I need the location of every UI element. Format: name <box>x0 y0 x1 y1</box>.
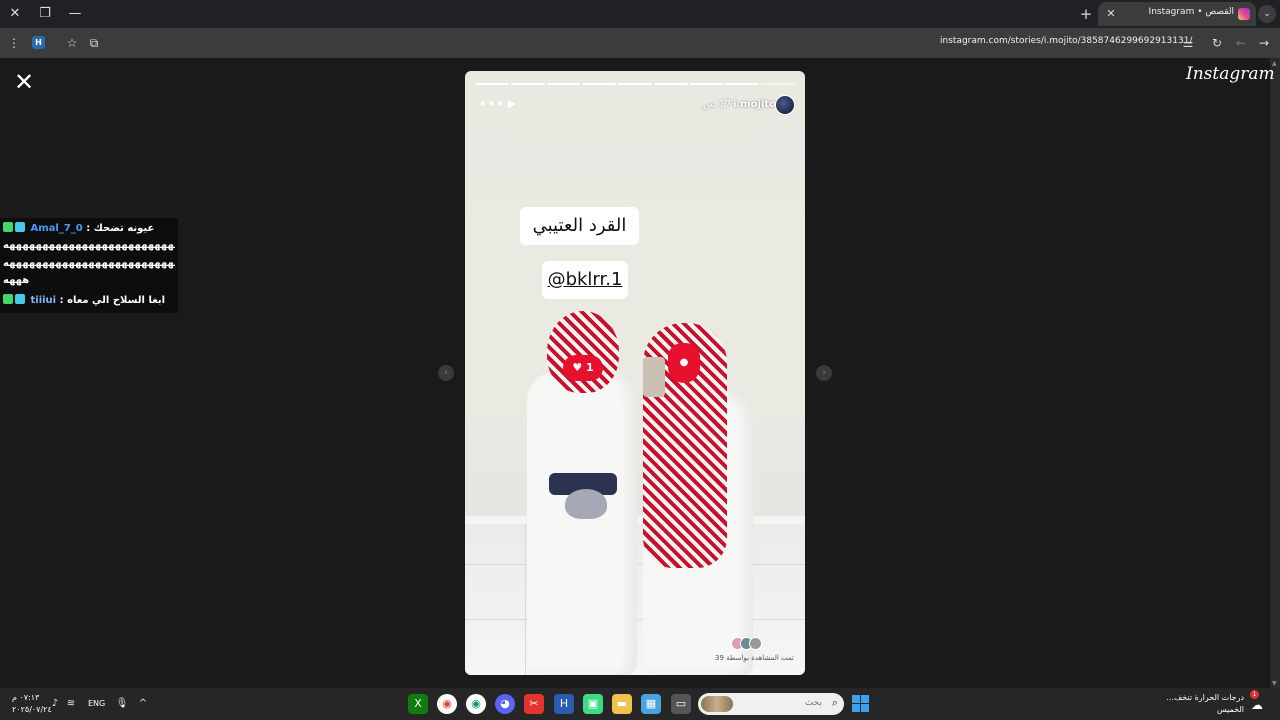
back-icon[interactable]: ← <box>1231 33 1251 53</box>
chat-overlay: Amal_7_0 عيونه تضحك : هههههههههههههههههه… <box>0 218 178 313</box>
chat-username: Amal_7_0 <box>30 223 83 234</box>
chat-text: ههههههههههههههههههههههههههههههه <box>3 240 175 251</box>
chat-message: tiiiui ابغا السلاح الي معاه : <box>3 294 175 306</box>
progress-segment <box>761 83 795 85</box>
phone <box>643 357 665 397</box>
mention-text: @bklrr.1 <box>547 269 623 290</box>
progress-segment <box>510 83 545 85</box>
scroll-down-icon[interactable]: ▼ <box>1272 680 1278 687</box>
tab-title: القصص • Instagram <box>1148 7 1234 17</box>
clock-date[interactable]: ٢٠٢٥/٠٧/٢٤ <box>12 705 52 714</box>
forward-icon[interactable]: → <box>1254 33 1274 53</box>
k-badge-icon <box>3 222 13 232</box>
discord-icon[interactable]: ◕ <box>495 694 515 714</box>
k-badge-icon <box>3 294 13 304</box>
bookmark-star-icon[interactable]: ☆ <box>62 33 82 53</box>
text-sticker: القرد العتيبي <box>520 207 639 245</box>
microphone-icon[interactable]: 🎙 <box>115 697 129 711</box>
weather-day[interactable]: الخميس <box>1160 705 1244 714</box>
window-close-icon[interactable]: ✕ <box>4 4 26 24</box>
browser-toolbar: ⋮ H ☆ ⧉ instagram.com/stories/i.mojito/3… <box>0 28 1280 58</box>
story-progress <box>475 83 795 85</box>
clock-time[interactable]: ٠٧:١٣ م <box>12 693 39 702</box>
tab-close-icon[interactable]: ✕ <box>1102 5 1120 23</box>
app-h-icon[interactable]: H <box>554 694 574 714</box>
progress-segment <box>618 83 652 85</box>
start-icon[interactable] <box>852 695 869 712</box>
story-username[interactable]: i.mojito <box>733 99 776 110</box>
previous-story-icon[interactable]: ‹ <box>438 365 454 381</box>
more-options-icon[interactable]: ••• <box>479 97 504 111</box>
taskbar: ٠٧:١٣ م ٢٠٢٥/٠٧/٢٤ ♪ ≋ ENG 🎙 ^ X ◉ ◉ ◕ ✂… <box>0 688 1280 720</box>
sub-badge-icon <box>15 222 25 232</box>
next-story-icon[interactable]: › <box>816 365 832 381</box>
viewer-avatars[interactable] <box>731 637 771 651</box>
store-icon[interactable]: ▦ <box>641 694 661 714</box>
chat-message: هههه <box>3 275 175 286</box>
volume-icon[interactable]: ♪ <box>48 697 62 711</box>
instagram-favicon-icon <box>1238 8 1250 20</box>
window-maximize-icon[interactable]: ❐ <box>34 4 56 24</box>
progress-segment <box>546 83 581 85</box>
chrome-profile-icon[interactable]: ◉ <box>466 694 486 714</box>
search-placeholder: بحث <box>804 698 822 708</box>
address-bar-url[interactable]: instagram.com/stories/i.mojito/385874629… <box>940 36 1192 46</box>
task-view-icon[interactable]: ▭ <box>671 694 691 714</box>
chat-message: ههههههههههههههههههههههههههههههه <box>3 240 175 251</box>
chrome-icon[interactable]: ◉ <box>437 694 457 714</box>
like-sticker: ♥ 1 <box>563 355 603 381</box>
menu-dots-icon[interactable]: ⋮ <box>4 33 24 53</box>
close-story-icon[interactable]: ✕ <box>12 70 36 94</box>
file-explorer-icon[interactable]: ▬ <box>612 694 632 714</box>
wifi-icon[interactable]: ≋ <box>64 697 78 711</box>
like-count: 1 <box>586 361 594 374</box>
search-icon: ⌕ <box>831 696 838 709</box>
extension-h-icon[interactable]: H <box>32 36 45 49</box>
progress-segment <box>689 83 724 85</box>
chat-text: هههه <box>3 275 30 286</box>
progress-segment <box>653 83 688 85</box>
chevron-up-icon[interactable]: ^ <box>136 697 150 711</box>
story-time: 17 س <box>703 99 732 110</box>
scrollbar[interactable] <box>1270 58 1280 688</box>
language-indicator[interactable]: ENG <box>88 699 105 708</box>
taskbar-search[interactable]: بحث ⌕ <box>698 693 844 715</box>
chat-text: هههههههههههههههههههههههههههههههه <box>3 258 175 269</box>
weather-icon[interactable]: ☁ <box>1248 696 1266 714</box>
story-card[interactable]: ••• ▶ 17 س i.mojito القرد العتيبي @bklrr… <box>465 71 805 675</box>
chat-text: ابغا السلاح الي معاه : <box>59 295 166 306</box>
progress-segment <box>475 83 509 85</box>
chat-message: هههههههههههههههههههههههههههههههه <box>3 258 175 269</box>
mention-sticker[interactable]: @bklrr.1 <box>542 261 628 299</box>
sub-badge-icon <box>15 294 25 304</box>
chat-text: عيونه تضحك : <box>86 223 155 234</box>
tab-instagram[interactable]: ✕ القصص • Instagram <box>1098 2 1256 26</box>
avatar <box>749 637 762 650</box>
chat-username: tiiiui <box>30 295 57 306</box>
red-face-sticker: ● <box>668 343 700 383</box>
search-highlight-image <box>701 696 733 712</box>
progress-segment <box>582 83 617 85</box>
chat-message: Amal_7_0 عيونه تضحك : <box>3 222 175 234</box>
new-tab-icon[interactable]: + <box>1076 4 1096 24</box>
notification-badge: 1 <box>1250 690 1259 699</box>
kick-icon[interactable]: ▣ <box>583 694 603 714</box>
capcut-icon[interactable]: ✂ <box>524 694 544 714</box>
tab-bar: ✕ ❐ — + ✕ القصص • Instagram ⌄ <box>0 0 1280 28</box>
instagram-logo[interactable]: Instagram <box>1186 64 1275 84</box>
progress-segment <box>725 83 760 85</box>
weather-title[interactable]: درجات الحرارة تنخف... <box>1160 693 1244 702</box>
xbox-icon[interactable]: X <box>408 694 428 714</box>
window-minimize-icon[interactable]: — <box>64 4 86 24</box>
play-icon[interactable]: ▶ <box>505 97 519 111</box>
viewed-by-text[interactable]: تمت المشاهدة بواسطة 39 <box>715 654 794 662</box>
screenshot-icon[interactable]: ⧉ <box>84 33 104 53</box>
avatar[interactable] <box>775 95 795 115</box>
reload-icon[interactable]: ↻ <box>1207 33 1227 53</box>
site-settings-icon[interactable]: ⚌ <box>1178 33 1198 53</box>
dagger <box>565 489 607 519</box>
tab-search-icon[interactable]: ⌄ <box>1258 5 1276 23</box>
